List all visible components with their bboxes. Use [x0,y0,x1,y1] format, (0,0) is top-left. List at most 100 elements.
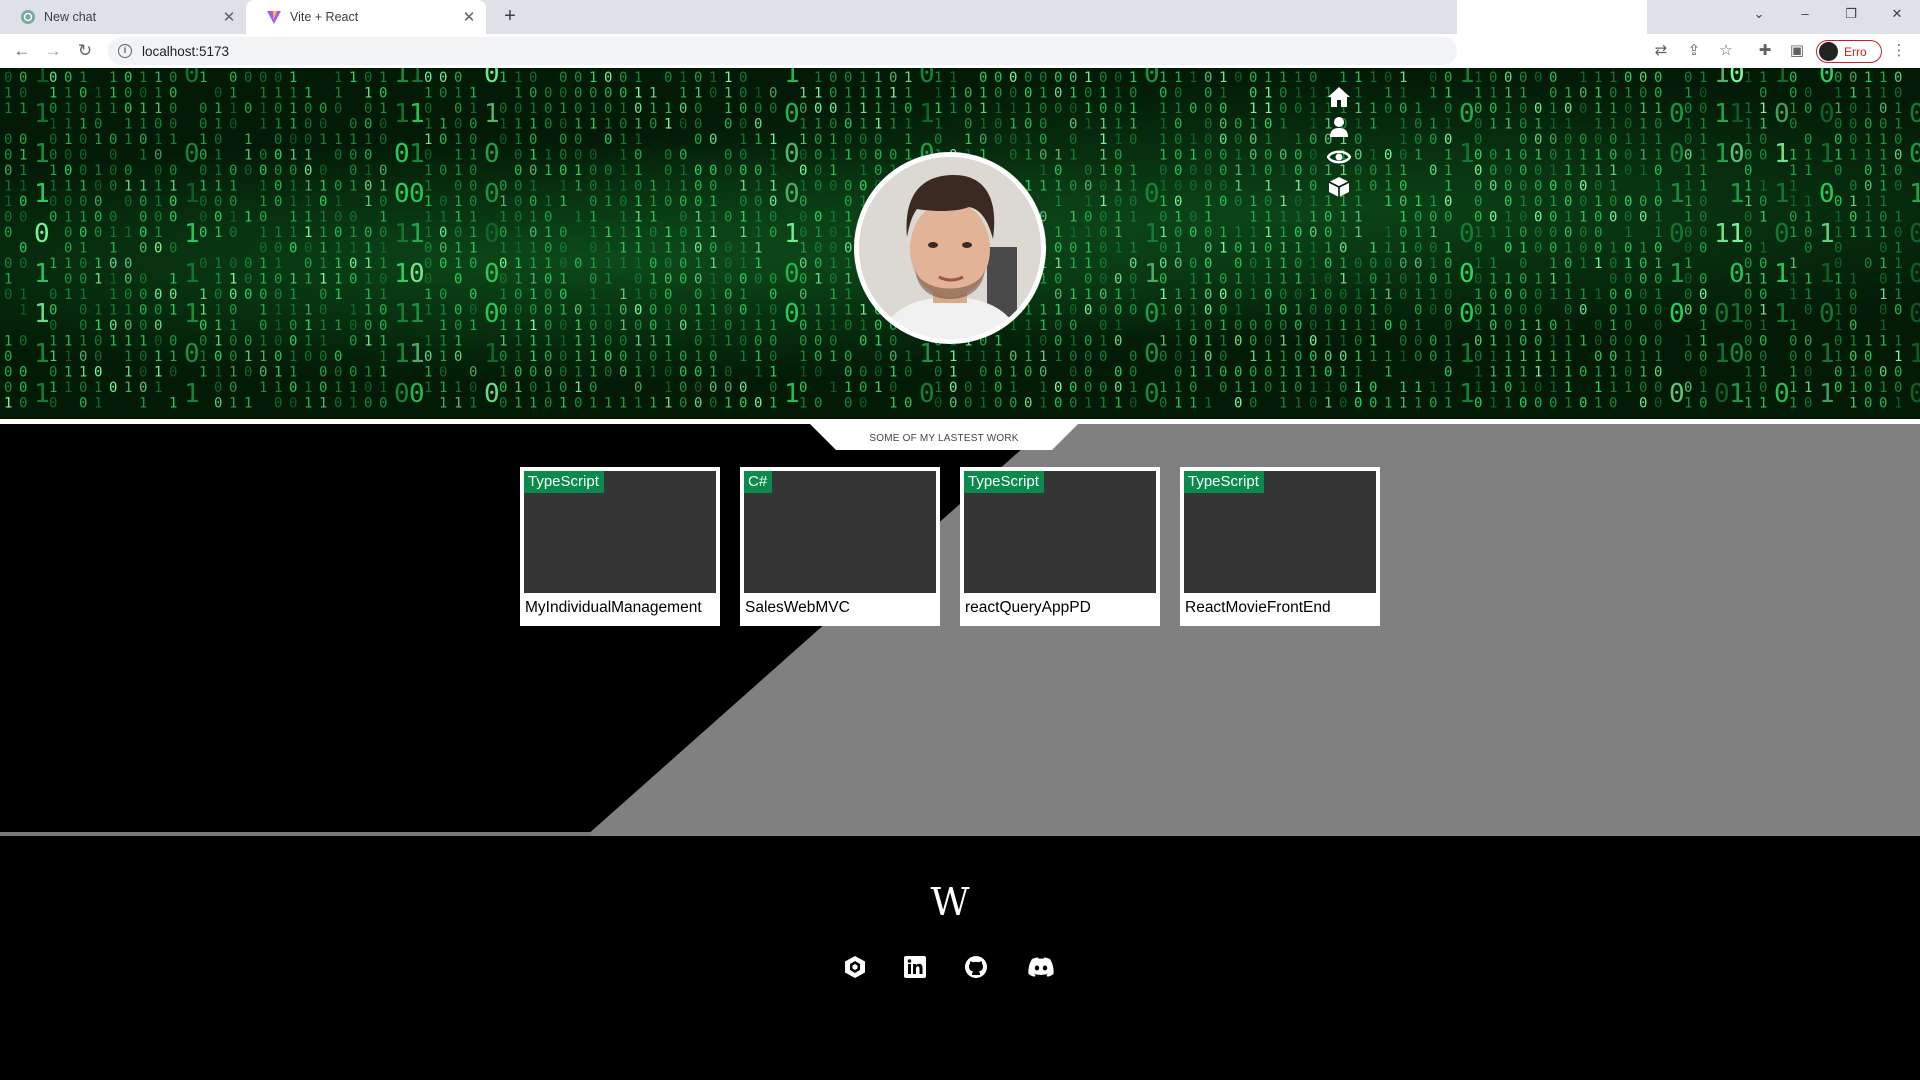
share-icon[interactable]: ⇪ [1684,41,1704,61]
svg-text:1: 1 [1384,365,1392,381]
unity-icon[interactable] [842,954,868,980]
svg-text:0: 0 [229,70,237,86]
svg-text:0: 0 [1894,148,1902,164]
svg-text:0: 0 [1684,101,1692,117]
svg-text:0: 0 [1804,365,1812,381]
svg-text:0: 0 [1129,256,1137,272]
svg-text:0: 0 [109,210,117,226]
svg-text:1: 1 [169,396,177,412]
menu-icon[interactable]: ⋮ [1889,41,1909,61]
svg-text:0: 0 [1894,303,1902,319]
address-bar[interactable]: i localhost:5173 [108,37,1457,65]
svg-text:1: 1 [1684,194,1692,210]
minimize-button[interactable]: – [1782,0,1828,30]
restore-button[interactable]: ❐ [1828,0,1874,30]
svg-text:0: 0 [799,194,807,210]
tab-vite-react[interactable]: Vite + React ✕ [246,0,486,34]
tab-search-icon[interactable]: ⌄ [1736,0,1782,30]
svg-text:1: 1 [1069,210,1077,226]
svg-text:1: 1 [1639,148,1647,164]
svg-text:1: 1 [34,379,50,409]
svg-text:1: 1 [229,272,237,288]
svg-text:1: 1 [844,86,852,102]
svg-text:0: 0 [349,163,357,179]
close-window-button[interactable]: ✕ [1874,0,1920,30]
reload-icon[interactable]: ↻ [71,38,99,64]
svg-text:1: 1 [1294,396,1302,412]
svg-text:1: 1 [1504,334,1512,350]
profile-error-label: Erro [1844,44,1867,59]
svg-text:1: 1 [1699,334,1707,350]
project-card[interactable]: TypeScript reactQueryAppPD [960,467,1160,626]
project-card[interactable]: C# SalesWebMVC [740,467,940,626]
discord-icon[interactable] [1027,954,1055,980]
back-icon[interactable]: ← [8,38,36,64]
svg-text:1: 1 [1594,287,1602,303]
linkedin-icon[interactable] [902,954,928,980]
eye-icon[interactable] [1326,144,1352,170]
svg-text:0: 0 [634,101,642,117]
svg-text:1: 1 [1879,334,1887,350]
svg-text:0: 0 [934,396,942,412]
svg-text:1: 1 [1069,256,1077,272]
svg-text:1: 1 [499,365,507,381]
svg-text:0: 0 [424,272,432,288]
svg-text:0: 0 [1459,219,1475,249]
star-icon[interactable]: ☆ [1716,41,1736,61]
tab-close-icon[interactable]: ✕ [460,8,478,26]
svg-text:1: 1 [1759,101,1767,117]
profile-chip[interactable]: Erro [1816,40,1882,63]
svg-text:1: 1 [784,68,800,89]
home-icon[interactable] [1326,84,1352,110]
translate-icon[interactable]: ⇄ [1651,41,1671,61]
svg-text:0: 0 [1789,334,1797,350]
svg-text:1: 1 [109,86,117,102]
svg-text:0: 0 [259,163,267,179]
forward-icon[interactable]: → [39,38,67,64]
svg-text:0: 0 [544,117,552,133]
svg-text:1: 1 [1639,241,1647,257]
svg-text:1: 1 [844,287,852,303]
svg-text:0: 0 [169,86,177,102]
svg-text:0: 0 [49,148,57,164]
svg-text:1: 1 [1249,272,1257,288]
svg-text:0: 0 [964,380,972,396]
svg-text:0: 0 [1864,163,1872,179]
svg-text:0: 0 [1789,86,1797,102]
side-panel-icon[interactable]: ▣ [1787,41,1807,61]
svg-text:1: 1 [1879,318,1887,334]
svg-text:0: 0 [319,287,327,303]
svg-text:1: 1 [649,210,657,226]
user-icon[interactable] [1326,114,1352,140]
svg-text:1: 1 [1549,101,1557,117]
svg-text:0: 0 [1084,380,1092,396]
svg-text:1: 1 [1279,334,1287,350]
svg-text:1: 1 [469,318,477,334]
svg-text:0: 0 [844,179,852,195]
project-card[interactable]: TypeScript MyIndividualManagement [520,467,720,626]
svg-text:1: 1 [1459,379,1475,409]
svg-text:1: 1 [1789,318,1797,334]
svg-text:0: 0 [754,396,762,412]
extensions-icon[interactable]: ✚ [1755,41,1775,61]
svg-text:0: 0 [319,117,327,133]
svg-text:0: 0 [679,225,687,241]
info-icon[interactable]: i [118,44,132,58]
svg-text:0: 0 [1114,303,1122,319]
svg-text:0: 0 [1054,70,1062,86]
tab-close-icon[interactable]: ✕ [220,8,238,26]
svg-text:0: 0 [1534,380,1542,396]
tab-new-chat[interactable]: New chat ✕ [0,0,246,34]
svg-text:1: 1 [1894,272,1902,288]
svg-text:1: 1 [1639,132,1647,148]
github-icon[interactable] [963,954,989,980]
cube-icon[interactable] [1326,174,1352,200]
svg-text:1: 1 [1114,132,1122,148]
svg-text:0: 0 [139,194,147,210]
svg-text:1: 1 [769,179,777,195]
svg-text:0: 0 [1039,148,1047,164]
svg-text:1: 1 [754,256,762,272]
svg-text:1: 1 [844,101,852,117]
new-tab-button[interactable]: + [498,5,522,29]
project-card[interactable]: TypeScript ReactMovieFrontEnd [1180,467,1380,626]
